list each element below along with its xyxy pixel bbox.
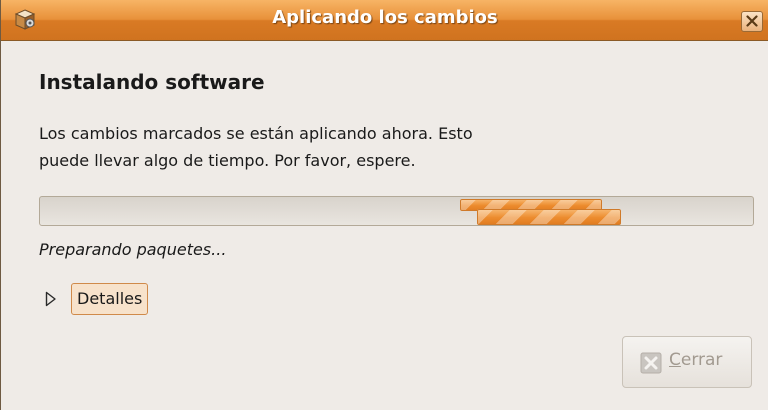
close-x-icon xyxy=(640,352,662,374)
description-line-2: puede llevar algo de tiempo. Por favor, … xyxy=(39,151,416,170)
close-icon xyxy=(746,15,758,27)
status-text: Preparando paquetes... xyxy=(39,240,227,259)
page-heading: Instalando software xyxy=(39,70,265,94)
title-bar[interactable]: Aplicando los cambios xyxy=(1,0,768,41)
dialog-window: Aplicando los cambios Instalando softwar… xyxy=(0,0,768,410)
description-text: Los cambios marcados se están aplicando … xyxy=(39,120,639,174)
close-button-label-rest: errar xyxy=(680,350,723,370)
window-close-button[interactable] xyxy=(741,11,763,32)
close-button[interactable]: Cerrar xyxy=(622,336,752,388)
progress-bar xyxy=(39,196,754,226)
window-title: Aplicando los cambios xyxy=(272,7,498,28)
close-button-mnemonic: C xyxy=(669,350,681,370)
details-label[interactable]: Detalles xyxy=(71,283,149,315)
description-line-1: Los cambios marcados se están aplicando … xyxy=(39,124,473,143)
progress-pulse-lower xyxy=(477,209,621,225)
close-button-label: Cerrar xyxy=(669,350,722,370)
expander-arrow-icon[interactable] xyxy=(45,291,57,307)
